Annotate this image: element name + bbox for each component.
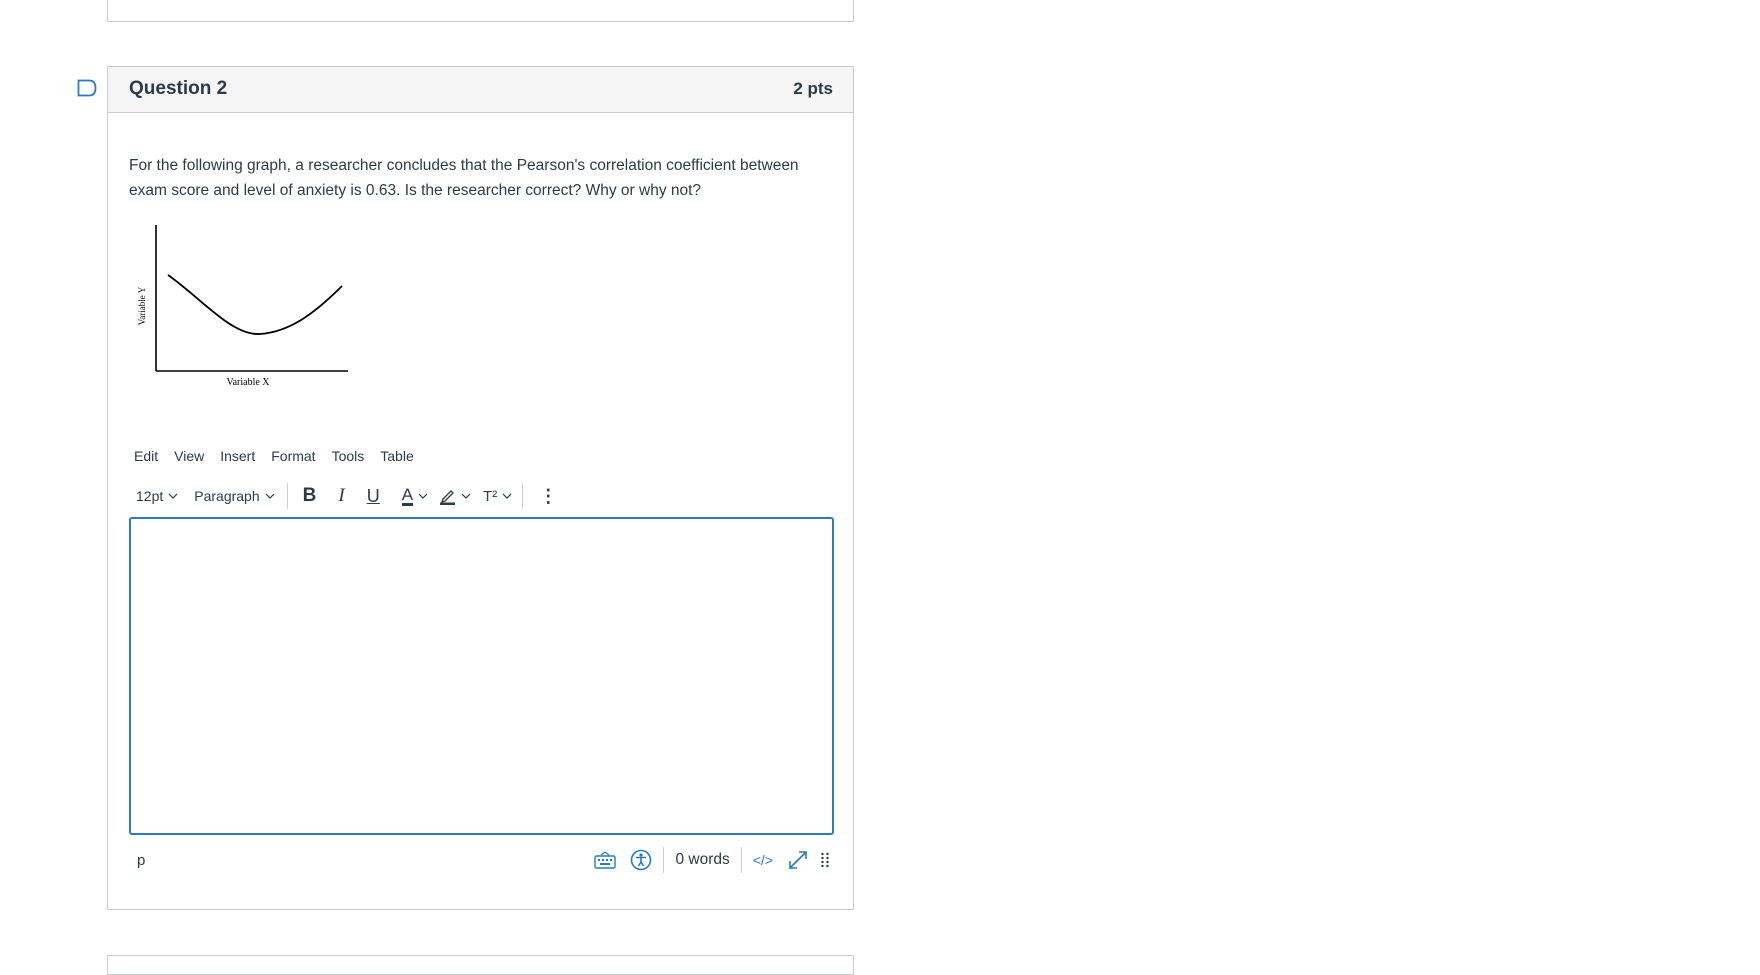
drag-handle-icon xyxy=(821,852,829,868)
accessibility-icon xyxy=(631,849,652,871)
menu-view[interactable]: View xyxy=(166,442,212,470)
more-tools-button[interactable]: ⋮ xyxy=(527,479,569,513)
editor-menubar: Edit View Insert Format Tools Table xyxy=(126,442,422,470)
block-format-dropdown[interactable]: Paragraph xyxy=(186,479,282,513)
word-count[interactable]: 0 words xyxy=(668,843,736,877)
next-question-card xyxy=(107,955,854,975)
resize-handle[interactable] xyxy=(816,843,834,877)
question-points: 2 pts xyxy=(793,79,833,98)
statusbar-divider xyxy=(740,847,742,873)
more-vertical-icon: ⋮ xyxy=(539,485,558,506)
u-shaped-graph: Variable X Variable Y xyxy=(137,225,348,388)
question-card: Question 2 2 pts For the following graph… xyxy=(107,66,854,910)
highlight-color-button[interactable] xyxy=(434,479,477,513)
block-format-value: Paragraph xyxy=(194,488,260,504)
chevron-down-icon xyxy=(265,493,275,499)
chevron-down-icon xyxy=(461,493,471,499)
chevron-down-icon xyxy=(168,493,178,499)
graph-curve xyxy=(167,274,343,335)
element-path[interactable]: p xyxy=(137,852,145,869)
text-color-icon: A xyxy=(401,484,414,506)
font-size-dropdown[interactable]: 12pt xyxy=(128,479,186,513)
chevron-down-icon xyxy=(502,493,512,499)
graph-x-label: Variable X xyxy=(226,377,270,388)
italic-button[interactable]: I xyxy=(327,479,355,513)
answer-text-area[interactable] xyxy=(129,517,834,835)
underline-button[interactable]: U xyxy=(356,479,391,513)
editor-statusbar: p 0 words </> xyxy=(129,843,834,877)
statusbar-divider xyxy=(663,847,665,873)
keyboard-shortcuts-button[interactable] xyxy=(587,843,623,877)
graph-y-label: Variable Y xyxy=(137,286,147,325)
flag-question-icon[interactable] xyxy=(77,79,97,97)
superscript-icon: T² xyxy=(483,487,498,505)
font-size-value: 12pt xyxy=(136,488,164,504)
question-header: Question 2 2 pts xyxy=(108,67,853,113)
keyboard-icon xyxy=(594,851,617,869)
bold-icon: B xyxy=(302,485,317,506)
question-title: Question 2 xyxy=(129,78,228,99)
highlighter-icon xyxy=(440,490,456,505)
html-editor-toggle[interactable]: </> xyxy=(746,843,780,877)
superscript-button[interactable]: T² xyxy=(477,479,518,513)
previous-question-card xyxy=(107,0,854,22)
bold-button[interactable]: B xyxy=(292,479,328,513)
toolbar-divider xyxy=(522,483,524,509)
underline-icon: U xyxy=(366,485,380,506)
fullscreen-button[interactable] xyxy=(780,843,816,877)
menu-format[interactable]: Format xyxy=(263,442,323,470)
toolbar-divider xyxy=(286,483,288,509)
menu-insert[interactable]: Insert xyxy=(212,442,263,470)
question-text: For the following graph, a researcher co… xyxy=(129,157,799,199)
expand-icon xyxy=(789,851,807,869)
text-color-button[interactable]: A xyxy=(391,479,434,513)
chevron-down-icon xyxy=(418,493,428,499)
menu-edit[interactable]: Edit xyxy=(126,442,166,470)
italic-icon: I xyxy=(338,485,345,506)
editor-toolbar: 12pt Paragraph B I U A T² ⋮ xyxy=(128,479,569,513)
menu-tools[interactable]: Tools xyxy=(324,442,373,470)
menu-table[interactable]: Table xyxy=(372,442,421,470)
accessibility-checker-button[interactable] xyxy=(623,843,659,877)
statusbar-tools: 0 words </> xyxy=(587,843,834,877)
